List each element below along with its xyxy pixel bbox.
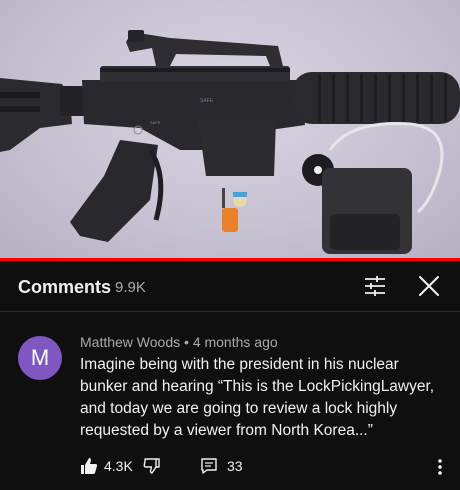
filter-button[interactable] bbox=[362, 273, 388, 299]
lock-picking-figure bbox=[222, 188, 247, 232]
reply-count: 33 bbox=[227, 458, 243, 474]
close-button[interactable] bbox=[416, 273, 442, 299]
comment-more-button[interactable] bbox=[430, 456, 450, 478]
handguard bbox=[292, 72, 460, 124]
like-button[interactable]: 4.3K bbox=[80, 456, 133, 476]
comment-text: Imagine being with the president in his … bbox=[80, 356, 435, 439]
like-count: 4.3K bbox=[104, 458, 133, 474]
comment-meta: Matthew Woods • 4 months ago bbox=[80, 334, 278, 350]
thumbs-down-icon bbox=[143, 458, 160, 474]
filter-sliders-icon bbox=[365, 276, 385, 296]
thumbs-up-icon bbox=[81, 458, 98, 474]
dislike-button[interactable] bbox=[142, 456, 160, 476]
rifle-stock bbox=[0, 78, 84, 152]
padlock bbox=[302, 122, 444, 254]
close-icon bbox=[419, 276, 439, 296]
comment-item: M Matthew Woods • 4 months ago Imagine b… bbox=[0, 312, 460, 490]
carry-handle bbox=[126, 30, 283, 66]
reply-button[interactable]: 33 bbox=[200, 456, 243, 476]
reply-icon bbox=[201, 458, 217, 474]
comments-header: Comments 9.9K bbox=[0, 261, 460, 312]
comment-time: 4 months ago bbox=[192, 334, 278, 350]
svg-text:SAFE: SAFE bbox=[150, 120, 161, 125]
video-player[interactable]: SAFE SAFE bbox=[0, 0, 460, 258]
avatar[interactable]: M bbox=[18, 336, 62, 380]
meta-separator: • bbox=[184, 334, 189, 350]
video-frame: SAFE SAFE bbox=[0, 30, 460, 254]
svg-text:SAFE: SAFE bbox=[200, 98, 214, 104]
comments-count: 9.9K bbox=[115, 279, 146, 296]
comment-author[interactable]: Matthew Woods bbox=[80, 334, 180, 350]
comments-title: Comments bbox=[18, 277, 112, 297]
more-vertical-icon bbox=[438, 459, 442, 475]
